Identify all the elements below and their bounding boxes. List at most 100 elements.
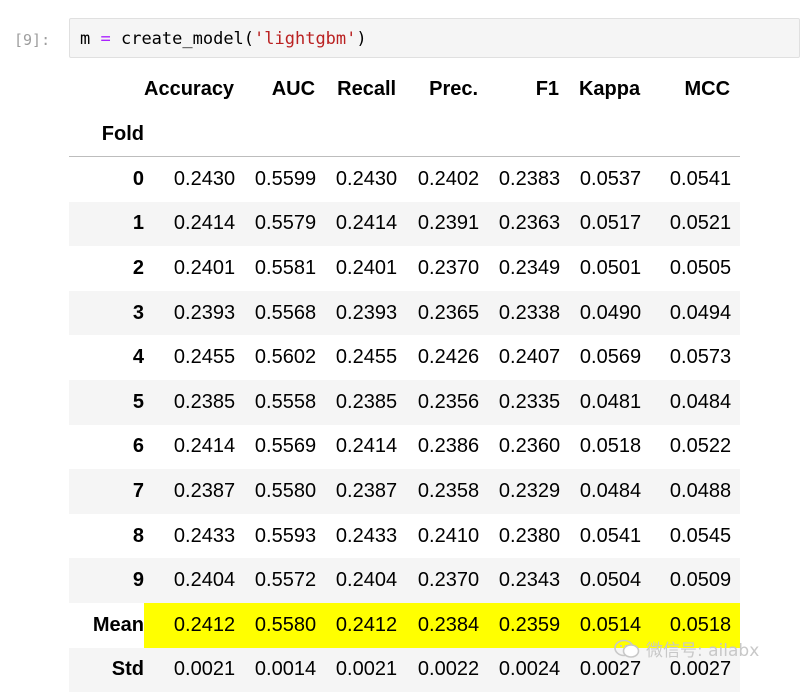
table-row: 20.24010.55810.24010.23700.23490.05010.0… [69,246,740,291]
row-label: 9 [69,558,144,603]
col-header-mcc: MCC [650,67,740,112]
row-label: Mean [69,603,144,648]
index-header-row: Fold [69,112,740,157]
table-cell: 0.2391 [406,202,488,247]
col-header-prec: Prec. [406,67,488,112]
row-label: 7 [69,469,144,514]
row-label: 2 [69,246,144,291]
table-cell: 0.2359 [488,603,569,648]
table-cell: 0.2384 [406,603,488,648]
row-label: 5 [69,380,144,425]
table-cell: 0.2356 [406,380,488,425]
table-cell: 0.2370 [406,558,488,603]
table-cell: 0.2455 [144,335,244,380]
table-cell: 0.2393 [144,291,244,336]
table-cell: 0.2360 [488,425,569,470]
code-cell-input[interactable]: m = create_model('lightgbm') [69,18,800,58]
table-cell: 0.0490 [569,291,650,336]
table-cell: 0.2393 [325,291,406,336]
table-cell: 0.2410 [406,514,488,559]
col-header-recall: Recall [325,67,406,112]
table-cell: 0.2401 [144,246,244,291]
table-cell: 0.2455 [325,335,406,380]
table-cell: 0.2387 [325,469,406,514]
watermark: 微信号: ailabx [614,636,759,661]
table-cell: 0.0494 [650,291,740,336]
table-cell: 0.2385 [144,380,244,425]
table-row: 00.24300.55990.24300.24020.23830.05370.0… [69,157,740,202]
table-cell: 0.2343 [488,558,569,603]
table-cell: 0.0488 [650,469,740,514]
table-cell: 0.2433 [325,514,406,559]
table-cell: 0.0021 [325,648,406,692]
table-cell: 0.2430 [325,157,406,202]
corner-cell [69,67,144,112]
row-label: 3 [69,291,144,336]
table-cell: 0.5581 [244,246,325,291]
table-cell: 0.0021 [144,648,244,692]
row-label: 1 [69,202,144,247]
row-label: 8 [69,514,144,559]
table-cell: 0.2363 [488,202,569,247]
table-cell: 0.0504 [569,558,650,603]
table-cell: 0.2433 [144,514,244,559]
table-cell: 0.2404 [325,558,406,603]
col-header-auc: AUC [244,67,325,112]
table-row: 10.24140.55790.24140.23910.23630.05170.0… [69,202,740,247]
table-cell: 0.2329 [488,469,569,514]
table-cell: 0.2412 [325,603,406,648]
table-cell: 0.2349 [488,246,569,291]
table-cell: 0.2412 [144,603,244,648]
table-cell: 0.0521 [650,202,740,247]
table-row: 80.24330.55930.24330.24100.23800.05410.0… [69,514,740,559]
table-cell: 0.5579 [244,202,325,247]
table-cell: 0.2414 [325,202,406,247]
table-cell: 0.0541 [650,157,740,202]
table-cell: 0.0522 [650,425,740,470]
col-header-kappa: Kappa [569,67,650,112]
code-variable: m [80,29,100,49]
table-cell: 0.2358 [406,469,488,514]
table-row: 30.23930.55680.23930.23650.23380.04900.0… [69,291,740,336]
table-cell: 0.2365 [406,291,488,336]
cv-results-table: Accuracy AUC Recall Prec. F1 Kappa MCC F… [69,67,740,692]
table-cell: 0.2404 [144,558,244,603]
column-header-row: Accuracy AUC Recall Prec. F1 Kappa MCC [69,67,740,112]
table-cell: 0.0545 [650,514,740,559]
table-body: 00.24300.55990.24300.24020.23830.05370.0… [69,157,740,692]
table-row: 90.24040.55720.24040.23700.23430.05040.0… [69,558,740,603]
table-cell: 0.2370 [406,246,488,291]
table-cell: 0.0022 [406,648,488,692]
table-row: 40.24550.56020.24550.24260.24070.05690.0… [69,335,740,380]
table-cell: 0.2407 [488,335,569,380]
table-cell: 0.5602 [244,335,325,380]
table-cell: 0.2401 [325,246,406,291]
table-cell: 0.0569 [569,335,650,380]
row-label: 6 [69,425,144,470]
table-cell: 0.2383 [488,157,569,202]
table-cell: 0.0501 [569,246,650,291]
table-cell: 0.5580 [244,603,325,648]
table-cell: 0.2414 [144,425,244,470]
table-cell: 0.2338 [488,291,569,336]
table-cell: 0.0518 [569,425,650,470]
code-close-paren: ) [356,29,366,49]
code-line: m = create_model('lightgbm') [80,29,367,49]
table-cell: 0.2426 [406,335,488,380]
table-cell: 0.2386 [406,425,488,470]
table-cell: 0.2414 [325,425,406,470]
table-cell: 0.0541 [569,514,650,559]
table-row: 50.23850.55580.23850.23560.23350.04810.0… [69,380,740,425]
table-cell: 0.5569 [244,425,325,470]
col-header-f1: F1 [488,67,569,112]
table-cell: 0.0509 [650,558,740,603]
row-label: Std [69,648,144,692]
table-cell: 0.0484 [650,380,740,425]
table-cell: 0.2387 [144,469,244,514]
code-string-argument: 'lightgbm' [254,29,356,49]
col-header-accuracy: Accuracy [144,67,244,112]
table-cell: 0.5593 [244,514,325,559]
table-cell: 0.0517 [569,202,650,247]
table-cell: 0.5599 [244,157,325,202]
wechat-icon [614,639,640,659]
